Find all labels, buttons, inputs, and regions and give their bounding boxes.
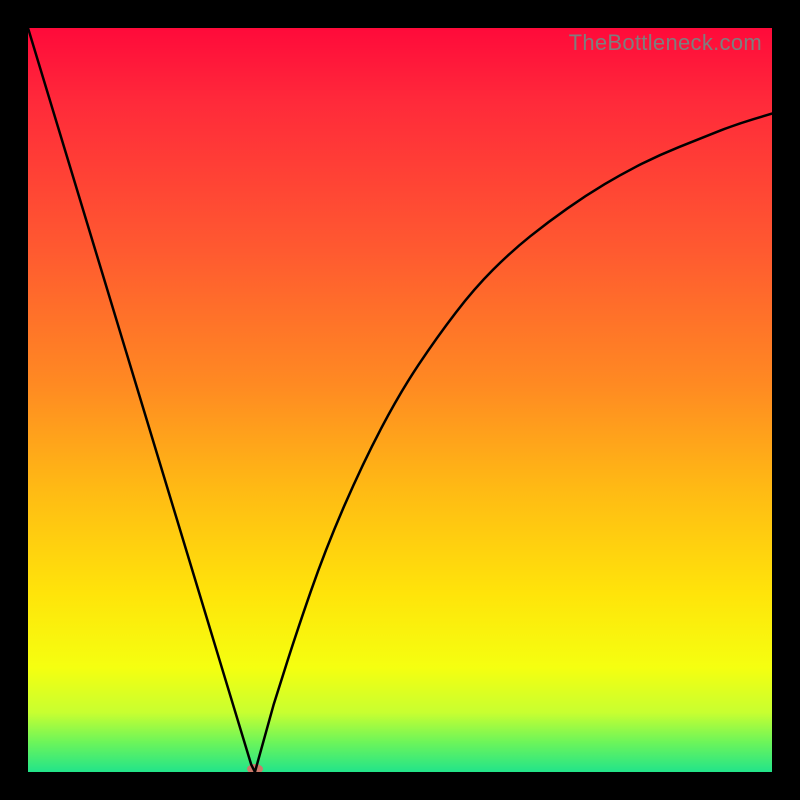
chart-frame: TheBottleneck.com — [0, 0, 800, 800]
curve-path — [28, 28, 772, 772]
plot-area: TheBottleneck.com — [28, 28, 772, 772]
watermark-text: TheBottleneck.com — [569, 30, 762, 56]
bottleneck-curve — [28, 28, 772, 772]
cusp-marker — [247, 764, 263, 772]
